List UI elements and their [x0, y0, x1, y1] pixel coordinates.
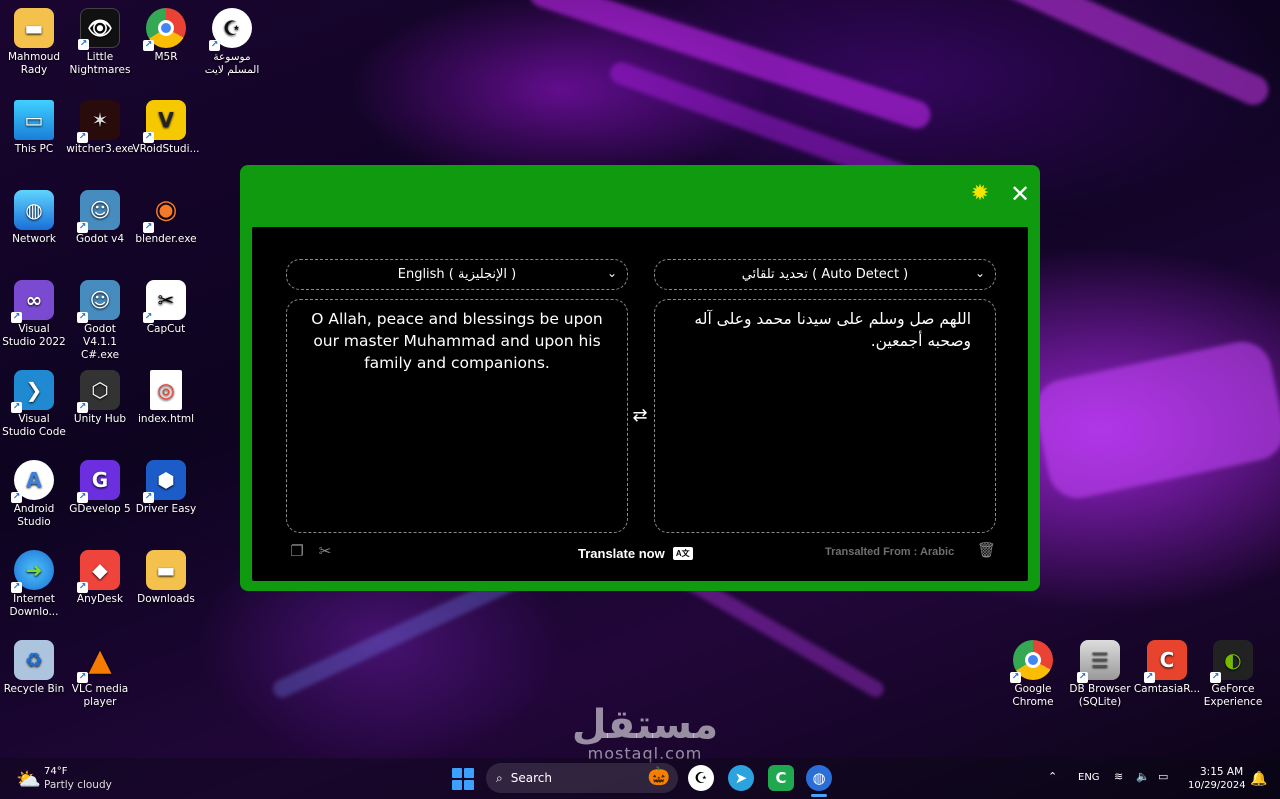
- desktop-icon-driver-easy[interactable]: ⬢ ↗ Driver Easy: [132, 460, 200, 516]
- desktop-icon-internet-download-manager[interactable]: ➜ ↗ Internet Downlo...: [0, 550, 68, 619]
- desktop-icon-vlc[interactable]: ▲ ↗ VLC media player: [66, 640, 134, 709]
- wifi-icon[interactable]: ≋: [1114, 770, 1123, 783]
- translator-panel: English ( الإنجليزية ) ⌄ تحديد تلقائي ( …: [252, 227, 1028, 581]
- active-app-indicator: [811, 794, 827, 797]
- database-icon: ☰ ↗: [1077, 640, 1120, 683]
- vscode-icon: ❯ ↗: [11, 370, 54, 413]
- desktop-icon-little-nightmares[interactable]: 👁 ↗ Little Nightmares: [66, 8, 134, 77]
- watermark: مستقل mostaql.com: [571, 702, 719, 763]
- vlc-icon: ▲ ↗: [77, 642, 112, 683]
- weather-temperature[interactable]: 74°F: [44, 766, 67, 777]
- gdevelop-icon: G ↗: [77, 460, 120, 503]
- source-text-input[interactable]: اللهم صل وسلم على سيدنا محمد وعلى آله وص…: [654, 299, 996, 533]
- desktop-icon-google-chrome[interactable]: ↗ Google Chrome: [999, 640, 1067, 709]
- windows-start-icon[interactable]: [452, 768, 474, 790]
- camtasia-icon: C ↗: [1144, 640, 1187, 683]
- desktop-icon-index-html[interactable]: ◎ index.html: [132, 370, 200, 426]
- desktop-icon-network[interactable]: ◍ Network: [0, 190, 68, 246]
- telegram-icon[interactable]: ➤: [728, 765, 754, 791]
- desktop-icon-vroid-studio[interactable]: V ↗ VRoidStudi...: [132, 100, 200, 156]
- network-icon: ◍: [14, 190, 54, 230]
- desktop-icon-blender[interactable]: ◉ ↗ blender.exe: [132, 190, 200, 246]
- desktop-icon-anydesk[interactable]: ◆ ↗ AnyDesk: [66, 550, 134, 606]
- weather-description[interactable]: Partly cloudy: [44, 779, 112, 791]
- swap-languages-icon[interactable]: ⇄: [630, 405, 650, 427]
- godot-icon: ☺ ↗: [77, 190, 120, 233]
- vroid-icon: V ↗: [143, 100, 186, 143]
- pumpkin-icon: 🎃: [647, 766, 670, 787]
- camtasia-taskbar-icon[interactable]: C: [768, 765, 794, 791]
- blender-icon: ◉ ↗: [143, 194, 178, 233]
- recycle-bin-icon: ♻: [14, 640, 54, 680]
- desktop-icon-mahmoud-rady[interactable]: ▬ Mahmoud Rady: [0, 8, 68, 77]
- volume-icon[interactable]: 🔈: [1136, 770, 1150, 783]
- driver-easy-icon: ⬢ ↗: [143, 460, 186, 503]
- translator-window: ✹ ✕ English ( الإنجليزية ) ⌄ تحديد تلقائ…: [240, 165, 1040, 591]
- witcher-icon: ✶ ↗: [77, 100, 120, 143]
- godot-icon: ☺ ↗: [77, 280, 120, 323]
- desktop-icon-m5r[interactable]: ↗ M5R: [132, 8, 200, 64]
- desktop-icon-witcher3[interactable]: ✶ ↗ witcher3.exe: [66, 100, 134, 156]
- desktop-icon-muslim-encyclopedia[interactable]: ☪ ↗ موسوعة المسلم لايت: [198, 8, 266, 77]
- desktop-icon-camtasia[interactable]: C ↗ CamtasiaR...: [1133, 640, 1201, 696]
- language-indicator[interactable]: ENG: [1078, 772, 1100, 783]
- scissors-icon[interactable]: ✂: [316, 542, 334, 560]
- folder-icon: ▬: [14, 8, 54, 48]
- game-icon: 👁 ↗: [78, 8, 120, 50]
- clock-date[interactable]: 10/29/2024: [1188, 780, 1246, 791]
- search-icon: ⌕: [496, 770, 503, 785]
- chevron-up-icon[interactable]: ⌃: [1048, 770, 1057, 783]
- target-language-select[interactable]: English ( الإنجليزية ) ⌄: [286, 259, 628, 290]
- translate-badge-icon: A文: [672, 546, 693, 560]
- trash-icon[interactable]: 🗑: [977, 541, 996, 559]
- desktop-icon-geforce-experience[interactable]: ◐ ↗ GeForce Experience: [1199, 640, 1267, 709]
- clock-time[interactable]: 3:15 AM: [1200, 766, 1243, 778]
- source-language-select[interactable]: تحديد تلقائي ( Auto Detect ) ⌄: [654, 259, 996, 290]
- translator-app-icon[interactable]: ◍: [806, 765, 832, 791]
- weather-icon[interactable]: ⛅: [16, 767, 41, 791]
- monitor-icon: ▭: [14, 100, 54, 140]
- translated-text-output[interactable]: O Allah, peace and blessings be upon our…: [286, 299, 628, 533]
- desktop-icon-recycle-bin[interactable]: ♻ Recycle Bin: [0, 640, 68, 696]
- desktop-icon-visual-studio-2022[interactable]: ∞ ↗ Visual Studio 2022: [0, 280, 68, 349]
- html-file-icon: ◎: [150, 370, 182, 410]
- desktop-icon-capcut[interactable]: ✂ ↗ CapCut: [132, 280, 200, 336]
- taskbar: ⛅ 74°F Partly cloudy ⌕ Search 🎃 ☪ ➤ C ◍ …: [0, 758, 1280, 799]
- desktop-icon-android-studio[interactable]: A ↗ Android Studio: [0, 460, 68, 529]
- chevron-down-icon: ⌄: [606, 266, 617, 280]
- folder-icon: ▬: [146, 550, 186, 590]
- desktop-icon-db-browser[interactable]: ☰ ↗ DB Browser (SQLite): [1066, 640, 1134, 709]
- desktop-icon-vscode[interactable]: ❯ ↗ Visual Studio Code: [0, 370, 68, 439]
- close-icon[interactable]: ✕: [1008, 182, 1032, 206]
- desktop-icon-unity-hub[interactable]: ⬡ ↗ Unity Hub: [66, 370, 134, 426]
- gear-icon[interactable]: ✹: [969, 183, 991, 205]
- crescent-icon: ☪ ↗: [209, 8, 252, 51]
- android-studio-icon: A ↗: [11, 460, 54, 503]
- visual-studio-icon: ∞ ↗: [11, 280, 54, 323]
- taskbar-search[interactable]: ⌕ Search 🎃: [486, 763, 678, 793]
- chevron-down-icon: ⌄: [974, 266, 985, 280]
- idm-icon: ➜ ↗: [11, 550, 54, 593]
- translate-now-button[interactable]: Translate now A文: [578, 543, 693, 563]
- nvidia-icon: ◐ ↗: [1210, 640, 1253, 683]
- battery-icon[interactable]: ▭: [1158, 770, 1168, 783]
- taskbar-muslim-app-icon[interactable]: ☪: [688, 765, 714, 791]
- chrome-icon: ↗: [143, 8, 186, 51]
- unity-icon: ⬡ ↗: [77, 370, 120, 413]
- capcut-icon: ✂ ↗: [143, 280, 186, 323]
- desktop-icon-this-pc[interactable]: ▭ This PC: [0, 100, 68, 156]
- notification-icon[interactable]: 🔔: [1250, 771, 1267, 787]
- translated-from-label: Transalted From : Arabic: [825, 546, 955, 558]
- anydesk-icon: ◆ ↗: [77, 550, 120, 593]
- desktop-icon-godot-v4-1-1[interactable]: ☺ ↗ Godot V4.1.1 C#.exe: [66, 280, 134, 362]
- desktop-icon-downloads[interactable]: ▬ Downloads: [132, 550, 200, 606]
- copy-icon[interactable]: ❐: [288, 542, 306, 560]
- desktop-icon-gdevelop[interactable]: G ↗ GDevelop 5: [66, 460, 134, 516]
- chrome-icon: ↗: [1010, 640, 1053, 683]
- desktop-icon-godot-v4[interactable]: ☺ ↗ Godot v4: [66, 190, 134, 246]
